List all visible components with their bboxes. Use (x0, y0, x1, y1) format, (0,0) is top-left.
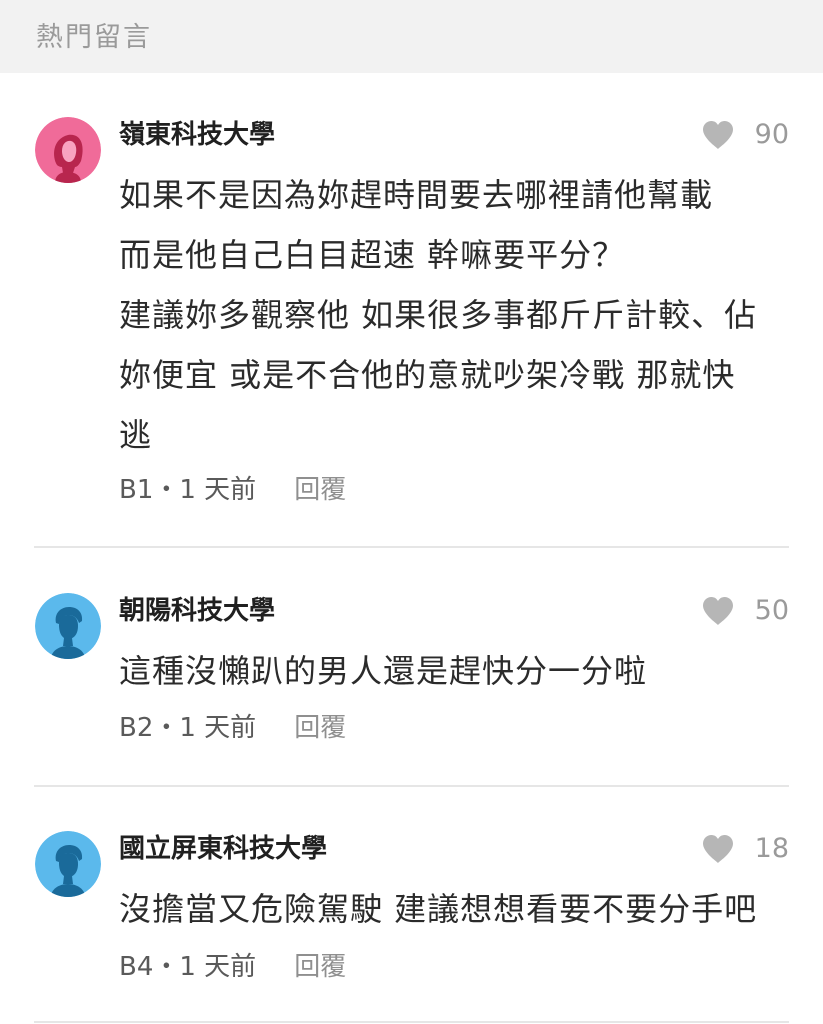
divider (34, 785, 789, 787)
comment-line: 而是他自己白目超速 幹嘛要平分？ (119, 236, 626, 274)
comment-body: 這種沒懶趴的男人還是趕快分一分啦 (119, 641, 799, 701)
comment-author[interactable]: 朝陽科技大學 (119, 594, 275, 628)
comment-meta: B2・1 天前 回覆 (119, 711, 346, 745)
floor-and-time: B1・1 天前 (119, 475, 257, 505)
male-avatar-icon[interactable] (35, 831, 101, 897)
reply-button[interactable]: 回覆 (294, 711, 346, 745)
comment-body: 如果不是因為妳趕時間要去哪裡請他幫載 而是他自己白目超速 幹嘛要平分？ 建議妳多… (119, 165, 799, 465)
comment-author[interactable]: 嶺東科技大學 (119, 118, 275, 152)
comment-line: 如果不是因為妳趕時間要去哪裡請他幫載 (119, 176, 714, 214)
like-count: 18 (754, 833, 789, 864)
divider (34, 1021, 789, 1023)
like-button[interactable]: 90 (701, 118, 789, 152)
comments-page: 熱門留言 嶺東科技大學 90 如果不是因為妳趕時間要去哪裡請他幫載 而是他自己白… (0, 0, 823, 1024)
comment-meta: B1・1 天前 回覆 (119, 473, 346, 507)
male-avatar-icon[interactable] (35, 593, 101, 659)
female-avatar-icon[interactable] (35, 117, 101, 183)
floor-and-time: B2・1 天前 (119, 713, 257, 743)
comment-line: 沒擔當又危險駕駛 建議想想看要不要分手吧 (119, 890, 758, 928)
comment-line: 這種沒懶趴的男人還是趕快分一分啦 (119, 652, 648, 690)
comment-line: 妳便宜 或是不合他的意就吵架冷戰 那就快 (119, 356, 736, 394)
heart-icon (702, 121, 733, 149)
reply-button[interactable]: 回覆 (294, 950, 346, 984)
comment-author[interactable]: 國立屏東科技大學 (119, 832, 327, 866)
like-count: 50 (754, 595, 789, 626)
comment-meta: B4・1 天前 回覆 (119, 950, 346, 984)
comment-line: 建議妳多觀察他 如果很多事都斤斤計較、佔 (119, 296, 758, 334)
comment-line: 逃 (119, 416, 153, 454)
heart-icon (702, 835, 733, 863)
comment-body: 沒擔當又危險駕駛 建議想想看要不要分手吧 (119, 879, 799, 939)
hot-comments-header: 熱門留言 (0, 0, 823, 73)
floor-and-time: B4・1 天前 (119, 952, 257, 982)
divider (34, 546, 789, 548)
heart-icon (702, 597, 733, 625)
like-button[interactable]: 50 (701, 594, 789, 628)
reply-button[interactable]: 回覆 (294, 473, 346, 507)
section-title: 熱門留言 (36, 22, 152, 53)
like-button[interactable]: 18 (701, 832, 789, 866)
like-count: 90 (754, 119, 789, 150)
